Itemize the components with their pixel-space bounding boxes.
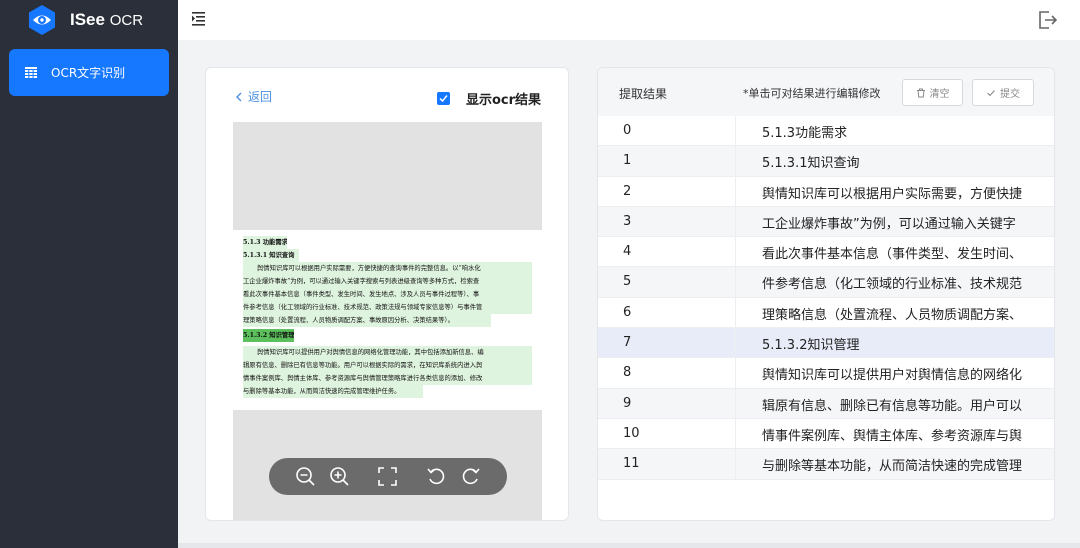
document-line: 看此次事件基本信息（事件类型、发生时间、发生地点、涉及人员与事件过程等）、事 bbox=[243, 288, 532, 301]
row-text[interactable]: 工企业爆炸事故”为例，可以通过输入关键字 bbox=[762, 213, 1029, 232]
document-preview-card: 返回 显示ocr结果 5.1.3 功能需求 5.1.3.1 知识查询 舆情知识库… bbox=[205, 67, 569, 521]
eye-logo-icon bbox=[29, 5, 55, 35]
result-row[interactable]: 5 件参考信息（化工领域的行业标准、技术规范 bbox=[598, 267, 1054, 298]
document-line: 5.1.3 功能需求 bbox=[243, 236, 287, 249]
row-text[interactable]: 与删除等基本功能，从而简洁快速的完成管理 bbox=[762, 455, 1029, 474]
sidebar: ISee OCR OCR文字识别 bbox=[0, 0, 178, 548]
fit-screen-icon[interactable] bbox=[377, 466, 398, 487]
result-row[interactable]: 1 5.1.3.1知识查询 bbox=[598, 146, 1054, 177]
result-row[interactable]: 10 情事件案例库、舆情主体库、参考资源库与舆 bbox=[598, 419, 1054, 450]
sidebar-item-ocr[interactable]: OCR文字识别 bbox=[9, 49, 169, 96]
row-index: 8 bbox=[623, 365, 632, 381]
check-icon bbox=[987, 89, 995, 96]
zoom-in-icon[interactable] bbox=[329, 466, 350, 487]
clear-label: 清空 bbox=[929, 89, 950, 100]
row-index: 2 bbox=[623, 183, 632, 199]
zoom-toolbar bbox=[269, 458, 507, 495]
result-header: 提取结果 *单击可对结果进行编辑修改 清空 提交 bbox=[598, 68, 1054, 116]
row-index: 0 bbox=[623, 123, 632, 138]
result-table: 0 5.1.3功能需求 1 5.1.3.1知识查询 2 舆情知识库可以根据用户实际需要… bbox=[598, 116, 1054, 480]
row-index: 5 bbox=[623, 274, 632, 290]
row-index: 9 bbox=[623, 395, 632, 411]
row-text[interactable]: 理策略信息（处置流程、人员物质调配方案、 bbox=[762, 304, 1029, 323]
document-line: 辑原有信息、删除已有信息等功能。用户可以根据实际的需求，在知识库系统内进入舆 bbox=[243, 359, 532, 372]
result-row[interactable]: 6 理策略信息（处置流程、人员物质调配方案、 bbox=[598, 298, 1054, 329]
document-line: 工企业爆炸事故”为例，可以通过输入关键字搜索与列表进级查询等多种方式，检索查 bbox=[243, 275, 532, 288]
document-line: 5.1.3.1 知识查询 bbox=[243, 249, 299, 262]
submit-label: 提交 bbox=[1000, 89, 1020, 100]
result-row[interactable]: 9 辑原有信息、删除已有信息等功能。用户可以 bbox=[598, 388, 1054, 419]
row-text[interactable]: 情事件案例库、舆情主体库、参考资源库与舆 bbox=[762, 425, 1029, 444]
rotate-right-icon[interactable] bbox=[460, 466, 481, 487]
row-text[interactable]: 件参考信息（化工领域的行业标准、技术规范 bbox=[762, 273, 1029, 292]
app-title: ISee OCR bbox=[70, 10, 144, 29]
row-text[interactable]: 辑原有信息、删除已有信息等功能。用户可以 bbox=[762, 395, 1029, 414]
row-text[interactable]: 舆情知识库可以提供用户对舆情信息的网络化 bbox=[762, 364, 1029, 383]
submit-button[interactable]: 提交 bbox=[972, 79, 1034, 106]
rotate-left-icon[interactable] bbox=[426, 466, 447, 487]
check-icon bbox=[439, 95, 448, 103]
row-text[interactable]: 5.1.3.2知识管理 bbox=[762, 334, 1029, 353]
document-line: 与删除等基本功能，从而简洁快速的完成管理维护任务。 bbox=[243, 385, 423, 398]
document-line: 件参考信息（化工领域的行业标准、技术规范、政策法规与领域专家信息等）与事件管 bbox=[243, 301, 532, 314]
ocr-result-card: 提取结果 *单击可对结果进行编辑修改 清空 提交 0 5.1.3功能需求 1 5.1… bbox=[597, 67, 1055, 521]
zoom-out-icon[interactable] bbox=[295, 466, 316, 487]
show-ocr-label: 显示ocr结果 bbox=[466, 93, 542, 108]
row-text[interactable]: 看此次事件基本信息（事件类型、发生时间、 bbox=[762, 243, 1029, 262]
chevron-left-icon bbox=[236, 92, 242, 101]
logout-icon[interactable] bbox=[1036, 9, 1058, 31]
grid-icon bbox=[25, 67, 37, 78]
document-line: 舆情知识库可以提供用户对舆情信息的网络化管理功能，其中包括添加新信息、编 bbox=[243, 346, 532, 359]
result-row-selected[interactable]: 7 5.1.3.2知识管理 bbox=[598, 328, 1054, 359]
row-index: 1 bbox=[623, 153, 632, 169]
row-index: 11 bbox=[623, 456, 640, 472]
document-page: 5.1.3 功能需求 5.1.3.1 知识查询 舆情知识库可以根据用户实际需要，… bbox=[233, 230, 542, 410]
sidebar-item-label: OCR文字识别 bbox=[51, 66, 126, 80]
row-text[interactable]: 5.1.3.1知识查询 bbox=[762, 152, 1029, 171]
column-divider bbox=[735, 116, 736, 479]
row-text[interactable]: 舆情知识库可以根据用户实际需要，方便快捷 bbox=[762, 183, 1029, 202]
row-index: 6 bbox=[623, 304, 632, 320]
row-text[interactable]: 5.1.3功能需求 bbox=[762, 122, 1029, 141]
horizontal-scrollbar[interactable] bbox=[178, 543, 1080, 548]
clear-button[interactable]: 清空 bbox=[902, 79, 963, 106]
result-row[interactable]: 8 舆情知识库可以提供用户对舆情信息的网络化 bbox=[598, 358, 1054, 389]
trash-icon bbox=[916, 88, 925, 97]
brand: ISee OCR bbox=[0, 0, 178, 40]
result-row[interactable]: 3 工企业爆炸事故”为例，可以通过输入关键字 bbox=[598, 206, 1054, 238]
row-index: 4 bbox=[623, 244, 632, 260]
back-link[interactable]: 返回 bbox=[235, 88, 272, 105]
back-label: 返回 bbox=[248, 90, 273, 104]
row-index: 7 bbox=[623, 335, 632, 351]
menu-fold-icon[interactable] bbox=[192, 12, 208, 26]
show-ocr-checkbox[interactable] bbox=[437, 92, 450, 105]
document-line: 舆情知识库可以根据用户实际需要，方便快捷的查询事件的完整信息。以“响水化 bbox=[243, 262, 532, 275]
result-title: 提取结果 bbox=[619, 87, 668, 101]
row-index: 10 bbox=[623, 425, 640, 441]
document-line: 理策略信息（处置流程、人员物质调配方案、事故原因分析、决策结果等）。 bbox=[243, 314, 491, 327]
document-line-selected: 5.1.3.2 知识管理 bbox=[243, 329, 295, 342]
top-header bbox=[178, 0, 1080, 40]
document-line: 情事件案例库、舆情主体库、参考资源库与舆情管理策略库进行各类信息的添加、修改 bbox=[243, 372, 532, 385]
result-row[interactable]: 2 舆情知识库可以根据用户实际需要，方便快捷 bbox=[598, 177, 1054, 207]
result-row[interactable]: 11 与删除等基本功能，从而简洁快速的完成管理 bbox=[598, 449, 1054, 480]
row-index: 3 bbox=[623, 213, 632, 229]
edit-hint: *单击可对结果进行编辑修改 bbox=[743, 87, 881, 100]
result-row[interactable]: 0 5.1.3功能需求 bbox=[598, 116, 1054, 147]
show-ocr-toggle[interactable]: 显示ocr结果 bbox=[437, 89, 541, 108]
result-row[interactable]: 4 看此次事件基本信息（事件类型、发生时间、 bbox=[598, 237, 1054, 268]
